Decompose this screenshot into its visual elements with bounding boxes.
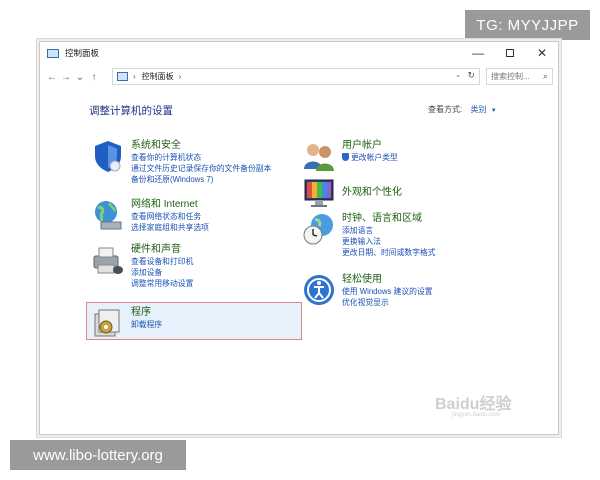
search-placeholder: 搜索控制... <box>491 72 530 81</box>
link-homegroup-sharing[interactable]: 选择家庭组和共享选项 <box>131 222 209 233</box>
up-button[interactable]: ↑ <box>87 69 101 85</box>
link-devices-printers[interactable]: 查看设备和打印机 <box>131 256 193 267</box>
maximize-button[interactable] <box>494 42 526 64</box>
breadcrumb-control-panel[interactable]: 控制面板 <box>142 71 174 82</box>
window-title: 控制面板 <box>65 48 100 58</box>
accessibility-icon <box>304 275 334 305</box>
category-title-clock-language-region[interactable]: 时钟、语言和区域 <box>342 212 436 225</box>
refresh-button[interactable]: ↻ <box>467 70 475 81</box>
view-by: 查看方式: 类别 ▼ <box>428 104 497 115</box>
shield-icon <box>95 141 121 172</box>
address-bar: ← → ⌄ ↑ › 控制面板 › ⌄ ↻ 搜索控制... ⌕ <box>40 66 558 88</box>
back-button[interactable]: ← <box>45 69 59 85</box>
minimize-button[interactable]: — <box>462 42 494 64</box>
page-title: 调整计算机的设置 <box>89 105 173 117</box>
view-by-dropdown[interactable]: 类别 <box>470 105 486 114</box>
printer-icon <box>93 247 123 274</box>
search-icon[interactable]: ⌕ <box>543 71 548 82</box>
screenshot-frame: 控制面板 — ✕ ← → ⌄ ↑ › 控制面板 › ⌄ ↻ 搜索控制... ⌕ … <box>36 38 562 438</box>
telegram-badge: TG: MYYJJPP <box>465 10 590 40</box>
uac-shield-icon <box>342 153 349 161</box>
recent-locations-button[interactable]: ⌄ <box>73 69 87 85</box>
link-mobility-settings[interactable]: 调整常用移动设置 <box>131 278 193 289</box>
link-change-account-type[interactable]: 更改帐户类型 <box>342 152 398 163</box>
link-add-device[interactable]: 添加设备 <box>131 267 193 278</box>
breadcrumb-separator[interactable]: › <box>179 72 182 81</box>
close-button[interactable]: ✕ <box>526 42 558 64</box>
link-change-input-method[interactable]: 更换输入法 <box>342 236 436 247</box>
link-view-computer-status[interactable]: 查看你的计算机状态 <box>131 152 271 163</box>
breadcrumb-separator[interactable]: › <box>133 72 136 81</box>
search-input[interactable]: 搜索控制... ⌕ <box>486 68 553 85</box>
link-recommended-settings[interactable]: 使用 Windows 建议的设置 <box>342 286 433 297</box>
address-dropdown-button[interactable]: ⌄ <box>455 71 461 79</box>
category-title-ease-of-access[interactable]: 轻松使用 <box>342 273 433 286</box>
forward-button[interactable]: → <box>59 69 73 85</box>
link-optimize-visual-display[interactable]: 优化视觉显示 <box>342 297 433 308</box>
category-title-hardware-sound[interactable]: 硬件和声音 <box>131 243 193 256</box>
link-change-date-time-format[interactable]: 更改日期、时间或数字格式 <box>342 247 436 258</box>
baidu-watermark-url: jingyan.baidu.com <box>452 412 501 418</box>
control-panel-window: 控制面板 — ✕ ← → ⌄ ↑ › 控制面板 › ⌄ ↻ 搜索控制... ⌕ … <box>39 41 559 435</box>
clock-globe-icon <box>303 214 333 245</box>
program-icon <box>94 309 120 337</box>
category-title-user-accounts[interactable]: 用户帐户 <box>342 139 398 152</box>
link-backup-restore[interactable]: 备份和还原(Windows 7) <box>131 174 271 185</box>
link-file-history-backup[interactable]: 通过文件历史记录保存你的文件备份副本 <box>131 163 271 174</box>
maximize-icon <box>506 49 514 57</box>
link-network-status[interactable]: 查看网络状态和任务 <box>131 211 209 222</box>
link-change-account-type-label: 更改帐户类型 <box>351 153 398 162</box>
view-by-label: 查看方式: <box>428 105 463 114</box>
website-badge: www.libo-lottery.org <box>10 440 186 470</box>
users-icon <box>304 144 334 171</box>
address-field[interactable]: › 控制面板 › ⌄ ↻ <box>112 68 480 85</box>
title-bar: 控制面板 — ✕ <box>40 42 558 64</box>
category-title-programs[interactable]: 程序 <box>131 306 162 319</box>
baidu-watermark: Baidu经验 <box>435 396 512 413</box>
category-title-system-security[interactable]: 系统和安全 <box>131 139 271 152</box>
link-uninstall-program[interactable]: 卸载程序 <box>131 319 162 330</box>
link-add-language[interactable]: 添加语言 <box>342 225 436 236</box>
category-title-appearance[interactable]: 外观和个性化 <box>342 186 402 199</box>
chevron-down-icon[interactable]: ▼ <box>491 108 497 114</box>
globe-icon <box>95 201 122 230</box>
control-panel-icon <box>117 72 128 81</box>
category-title-network-internet[interactable]: 网络和 Internet <box>131 198 209 211</box>
monitor-icon <box>304 179 334 207</box>
control-panel-icon <box>47 48 59 58</box>
